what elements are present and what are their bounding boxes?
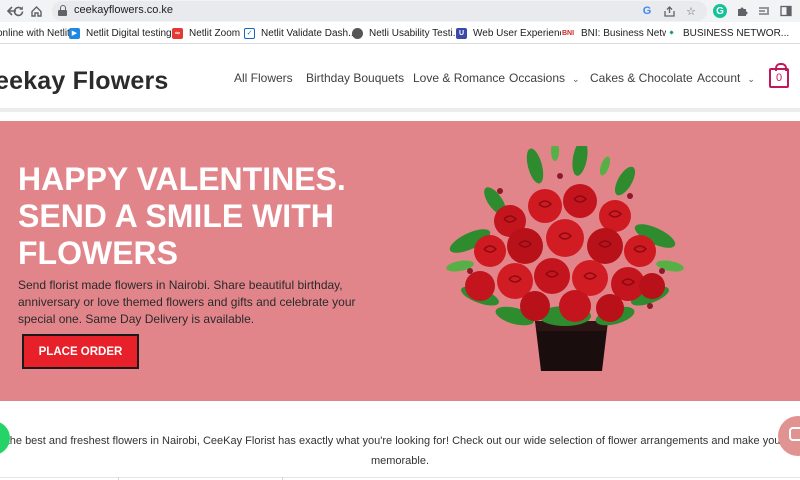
side-panel-icon[interactable] — [778, 3, 794, 19]
bookmark-label: Netlit Zoom — [189, 27, 241, 39]
site-header: eekay Flowers All Flowers Birthday Bouqu… — [0, 45, 800, 112]
hero-title: HAPPY VALENTINES. SEND A SMILE WITH FLOW… — [18, 161, 398, 272]
reload-icon[interactable] — [10, 3, 26, 19]
share-icon[interactable] — [662, 4, 676, 18]
bookmark-label: Netli Usability Testi... — [369, 27, 462, 39]
grammarly-icon[interactable]: G — [712, 3, 728, 19]
bookmark-item[interactable]: ∞ Netlit Zoom — [172, 26, 240, 40]
hero-banner: HAPPY VALENTINES. SEND A SMILE WITH FLOW… — [0, 121, 800, 401]
bookmark-item[interactable]: ▶ Netlit Digital testing — [69, 26, 172, 40]
bookmark-label: BUSINESS NETWOR... — [683, 27, 790, 39]
intro-line: r the best and freshest flowers in Nairo… — [0, 435, 800, 447]
rose-bouquet-image — [446, 146, 684, 371]
extensions-icon[interactable] — [734, 3, 750, 19]
home-icon[interactable] — [28, 3, 44, 19]
bookmark-item[interactable]: Netli Usability Testi... — [352, 26, 461, 40]
nav-birthday-bouquets[interactable]: Birthday Bouquets — [306, 71, 404, 85]
shield-icon: U — [456, 27, 467, 39]
google-icon[interactable]: G — [640, 4, 654, 18]
bookmark-item[interactable]: ✷ BUSINESS NETWOR... — [666, 26, 789, 40]
nav-all-flowers[interactable]: All Flowers — [234, 71, 293, 85]
bookmark-item[interactable]: online with Netlit — [0, 26, 70, 40]
site-logo[interactable]: eekay Flowers — [0, 67, 169, 96]
checkbox-icon: ✓ — [244, 27, 255, 39]
netlit-icon: ▶ — [69, 27, 80, 39]
bookmark-star-icon[interactable]: ☆ — [684, 4, 698, 18]
place-order-button[interactable]: PLACE ORDER — [22, 334, 139, 369]
nav-account[interactable]: Account ⌄ — [697, 71, 755, 85]
bni-icon: BNI — [561, 27, 575, 39]
bookmark-item[interactable]: U Web User Experience — [456, 26, 570, 40]
browser-toolbar: ceekayflowers.co.ke G ☆ G — [0, 0, 800, 22]
hero-title-line: HAPPY VALENTINES. — [18, 161, 346, 197]
bookmark-item[interactable]: BNI BNI: Business Netw... — [561, 26, 677, 40]
intro-line: memorable. — [370, 455, 430, 467]
nav-occasions[interactable]: Occasions ⌄ — [509, 71, 580, 85]
bookmarks-bar: online with Netlit ▶ Netlit Digital test… — [0, 22, 800, 44]
network-icon: ✷ — [666, 27, 677, 39]
nav-cakes-chocolate[interactable]: Cakes & Chocolate — [590, 71, 693, 85]
chevron-down-icon: ⌄ — [747, 74, 755, 84]
bookmark-item[interactable]: ✓ Netlit Validate Dash... — [244, 26, 356, 40]
divider — [0, 477, 800, 478]
bookmark-label: BNI: Business Netw... — [581, 27, 678, 39]
hero-description: Send florist made flowers in Nairobi. Sh… — [18, 278, 356, 326]
hero-title-line: SEND A SMILE WITH — [18, 198, 334, 234]
cart-icon[interactable]: 0 — [769, 63, 789, 88]
address-bar[interactable]: ceekayflowers.co.ke G ☆ — [52, 1, 707, 21]
bookmark-label: Netlit Validate Dash... — [261, 27, 357, 39]
nav-love-romance[interactable]: Love & Romance — [413, 71, 505, 85]
bookmark-label: Netlit Digital testing — [86, 27, 172, 39]
chat-icon[interactable] — [778, 416, 800, 456]
bookmark-label: Web User Experience — [473, 27, 571, 39]
hero-title-line: FLOWERS — [18, 235, 178, 271]
lock-icon — [58, 5, 67, 16]
cart-count: 0 — [775, 72, 783, 84]
globe-icon — [352, 27, 363, 39]
url-text: ceekayflowers.co.ke — [74, 4, 174, 16]
reading-list-icon[interactable] — [756, 3, 772, 19]
chevron-down-icon: ⌄ — [572, 74, 580, 84]
zoom-icon: ∞ — [172, 27, 183, 39]
bookmark-label: online with Netlit — [0, 27, 70, 39]
